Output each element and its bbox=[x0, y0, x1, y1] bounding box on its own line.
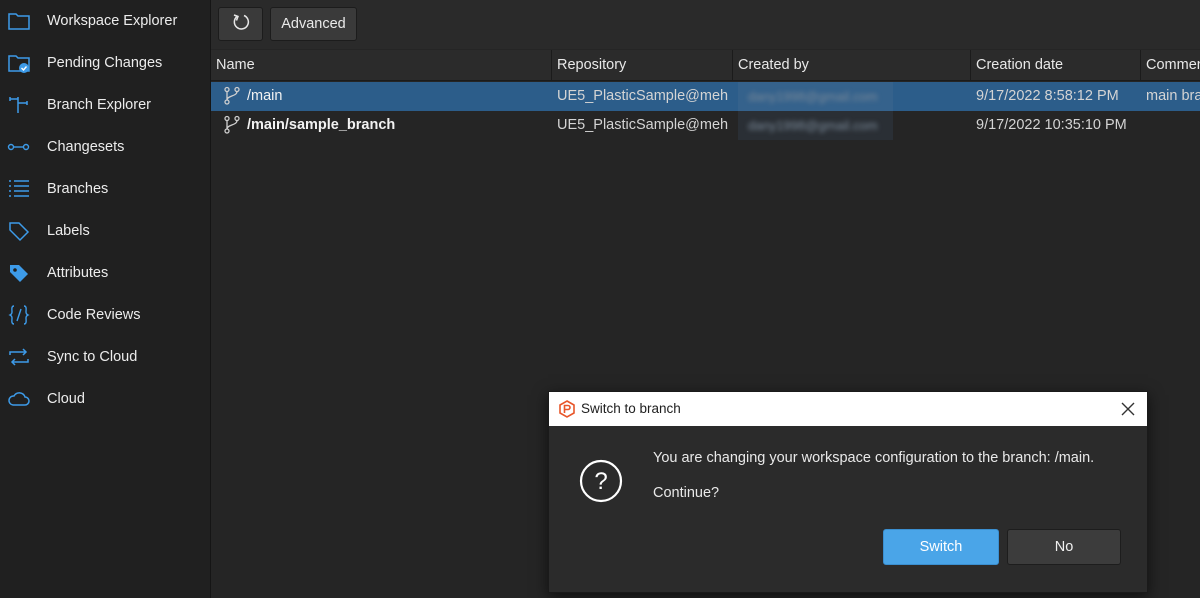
column-header-comment[interactable]: Comment bbox=[1140, 50, 1200, 80]
sidebar-item-label: Branches bbox=[47, 181, 109, 197]
sync-icon bbox=[7, 346, 31, 368]
sidebar-item-sync-to-cloud[interactable]: Sync to Cloud bbox=[0, 336, 210, 378]
question-icon: ? bbox=[579, 459, 623, 508]
branch-name: /main/sample_branch bbox=[247, 117, 396, 133]
plastic-logo-icon bbox=[558, 400, 576, 423]
sidebar-item-branches[interactable]: Branches bbox=[0, 168, 210, 210]
table-row[interactable]: /main UE5_PlasticSample@meh dany1998@gma… bbox=[211, 82, 1200, 111]
no-button[interactable]: No bbox=[1007, 529, 1121, 565]
sidebar-item-pending-changes[interactable]: Pending Changes bbox=[0, 42, 210, 84]
svg-text:?: ? bbox=[594, 468, 607, 495]
table-header: Name Repository Created by Creation date… bbox=[211, 50, 1200, 81]
dialog-message: You are changing your workspace configur… bbox=[653, 450, 1095, 466]
sidebar: Workspace Explorer Pending Changes Branc… bbox=[0, 0, 211, 598]
attribute-tag-icon bbox=[7, 262, 31, 284]
creation-date-cell: 9/17/2022 10:35:10 PM bbox=[976, 117, 1127, 133]
sidebar-item-label: Sync to Cloud bbox=[47, 349, 138, 365]
sidebar-item-changesets[interactable]: Changesets bbox=[0, 126, 210, 168]
created-by-cell: dany1998@gmail.com bbox=[748, 89, 878, 104]
refresh-icon bbox=[231, 12, 251, 36]
refresh-button[interactable] bbox=[218, 7, 263, 41]
comment-cell: main branch bbox=[1146, 88, 1200, 104]
created-by-cell: dany1998@gmail.com bbox=[748, 118, 878, 133]
sidebar-item-label: Labels bbox=[47, 223, 90, 239]
folder-icon bbox=[7, 10, 31, 32]
switch-button[interactable]: Switch bbox=[883, 529, 999, 565]
sidebar-item-label: Code Reviews bbox=[47, 307, 141, 323]
repository-cell: UE5_PlasticSample@meh bbox=[557, 88, 729, 104]
sidebar-item-cloud[interactable]: Cloud bbox=[0, 378, 210, 420]
column-header-creation-date[interactable]: Creation date bbox=[970, 50, 1140, 80]
table-row[interactable]: /main/sample_branch UE5_PlasticSample@me… bbox=[211, 111, 1200, 140]
dialog-title-bar[interactable]: Switch to branch bbox=[549, 392, 1147, 426]
sidebar-item-label: Pending Changes bbox=[47, 55, 163, 71]
advanced-button[interactable]: Advanced bbox=[270, 7, 357, 41]
list-icon bbox=[7, 178, 31, 200]
column-header-repository[interactable]: Repository bbox=[551, 50, 732, 80]
branch-name: /main bbox=[247, 88, 283, 104]
folder-check-icon bbox=[7, 52, 31, 74]
repository-cell: UE5_PlasticSample@meh bbox=[557, 117, 729, 133]
sidebar-item-label: Workspace Explorer bbox=[47, 13, 178, 29]
column-header-created-by[interactable]: Created by bbox=[732, 50, 970, 80]
sidebar-item-label: Attributes bbox=[47, 265, 109, 281]
code-braces-icon bbox=[7, 304, 31, 326]
changesets-icon bbox=[7, 136, 31, 158]
sidebar-item-label: Branch Explorer bbox=[47, 97, 151, 113]
branch-icon bbox=[223, 115, 241, 140]
dialog-title: Switch to branch bbox=[581, 401, 681, 416]
comment-cell bbox=[1146, 111, 1200, 140]
sidebar-item-labels[interactable]: Labels bbox=[0, 210, 210, 252]
toolbar: Advanced bbox=[211, 0, 1200, 49]
column-header-name[interactable]: Name bbox=[211, 50, 551, 80]
dialog-question: Continue? bbox=[653, 485, 720, 501]
sidebar-item-label: Changesets bbox=[47, 139, 125, 155]
sidebar-item-attributes[interactable]: Attributes bbox=[0, 252, 210, 294]
close-icon[interactable] bbox=[1119, 400, 1137, 418]
cloud-icon bbox=[7, 388, 31, 410]
switch-branch-dialog: Switch to branch ? You are changing your… bbox=[548, 391, 1148, 593]
branch-icon bbox=[223, 86, 241, 111]
sidebar-item-branch-explorer[interactable]: Branch Explorer bbox=[0, 84, 210, 126]
creation-date-cell: 9/17/2022 8:58:12 PM bbox=[976, 88, 1119, 104]
sidebar-item-code-reviews[interactable]: Code Reviews bbox=[0, 294, 210, 336]
tag-icon bbox=[7, 220, 31, 242]
sidebar-item-label: Cloud bbox=[47, 391, 85, 407]
branch-explorer-icon bbox=[7, 94, 31, 116]
sidebar-item-workspace-explorer[interactable]: Workspace Explorer bbox=[0, 0, 210, 42]
